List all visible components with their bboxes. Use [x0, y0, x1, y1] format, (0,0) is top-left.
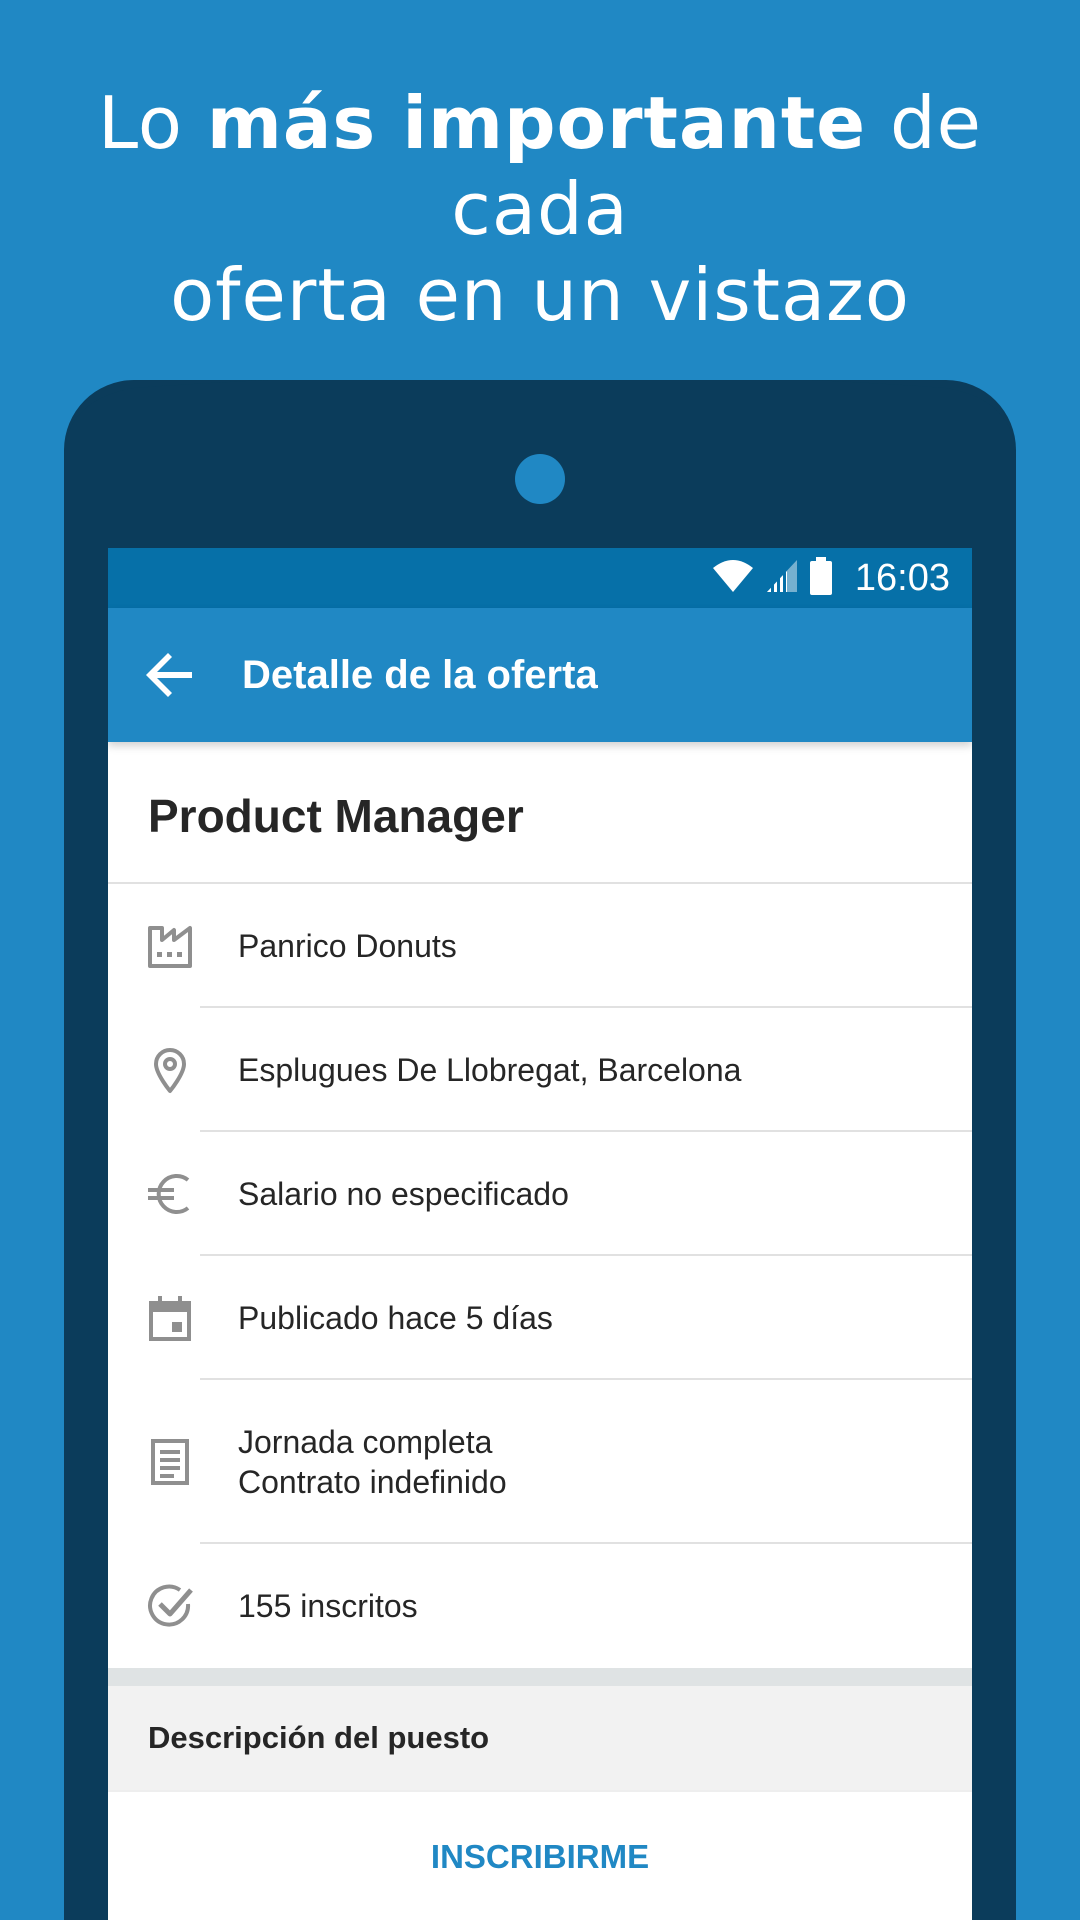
detail-row-applicants: 155 inscritos — [108, 1544, 972, 1668]
headline-bold-text: más importante — [206, 81, 867, 165]
app-bar: Detalle de la oferta — [108, 608, 972, 742]
factory-icon — [148, 926, 192, 968]
job-contract-type: Contrato indefinido — [238, 1464, 507, 1500]
section-header-description: Descripción del puesto — [108, 1686, 972, 1790]
job-salary: Salario no especificado — [238, 1176, 569, 1212]
page-title: Detalle de la oferta — [242, 653, 598, 697]
headline-line-1: Lo más importante de cada — [0, 80, 1080, 252]
signal-icon — [765, 558, 799, 599]
wifi-icon — [711, 558, 755, 599]
apply-button[interactable]: INSCRIBIRME — [108, 1790, 972, 1920]
job-schedule: Jornada completa — [238, 1424, 493, 1460]
job-applicants: 155 inscritos — [238, 1588, 418, 1624]
status-icons: 16:03 — [711, 548, 950, 608]
detail-row-contract: Jornada completa Contrato indefinido — [108, 1380, 972, 1544]
headline-line-2: oferta en un vistazo — [170, 253, 910, 337]
check-circle-icon — [148, 1584, 193, 1627]
status-time: 16:03 — [854, 556, 950, 599]
euro-icon — [148, 1174, 190, 1214]
document-icon — [151, 1439, 189, 1485]
section-divider — [108, 1668, 972, 1686]
company-name: Panrico Donuts — [238, 928, 457, 964]
detail-row-published: Publicado hace 5 días — [108, 1256, 972, 1380]
battery-icon — [809, 556, 833, 600]
job-published: Publicado hace 5 días — [238, 1300, 553, 1336]
phone-screen: 16:03 Detalle de la oferta Product Manag… — [108, 548, 972, 1920]
page: Lo más importante de cada oferta en un v… — [0, 0, 1080, 1920]
calendar-icon — [149, 1296, 191, 1341]
job-location: Esplugues De Llobregat, Barcelona — [238, 1052, 742, 1088]
arrow-left-icon — [146, 653, 192, 697]
phone-camera — [515, 454, 565, 504]
status-bar: 16:03 — [108, 548, 972, 608]
job-contract: Jornada completa Contrato indefinido — [238, 1422, 507, 1502]
job-title: Product Manager — [108, 742, 972, 884]
job-detail-content: Product Manager Panrico Donuts Esplugues… — [108, 742, 972, 1920]
back-button[interactable] — [140, 645, 200, 705]
detail-row-location: Esplugues De Llobregat, Barcelona — [108, 1008, 972, 1132]
headline: Lo más importante de cada oferta en un v… — [0, 80, 1080, 338]
location-pin-icon — [154, 1048, 186, 1093]
headline-text: Lo — [98, 81, 207, 165]
detail-row-company: Panrico Donuts — [108, 884, 972, 1008]
detail-row-salary: Salario no especificado — [108, 1132, 972, 1256]
